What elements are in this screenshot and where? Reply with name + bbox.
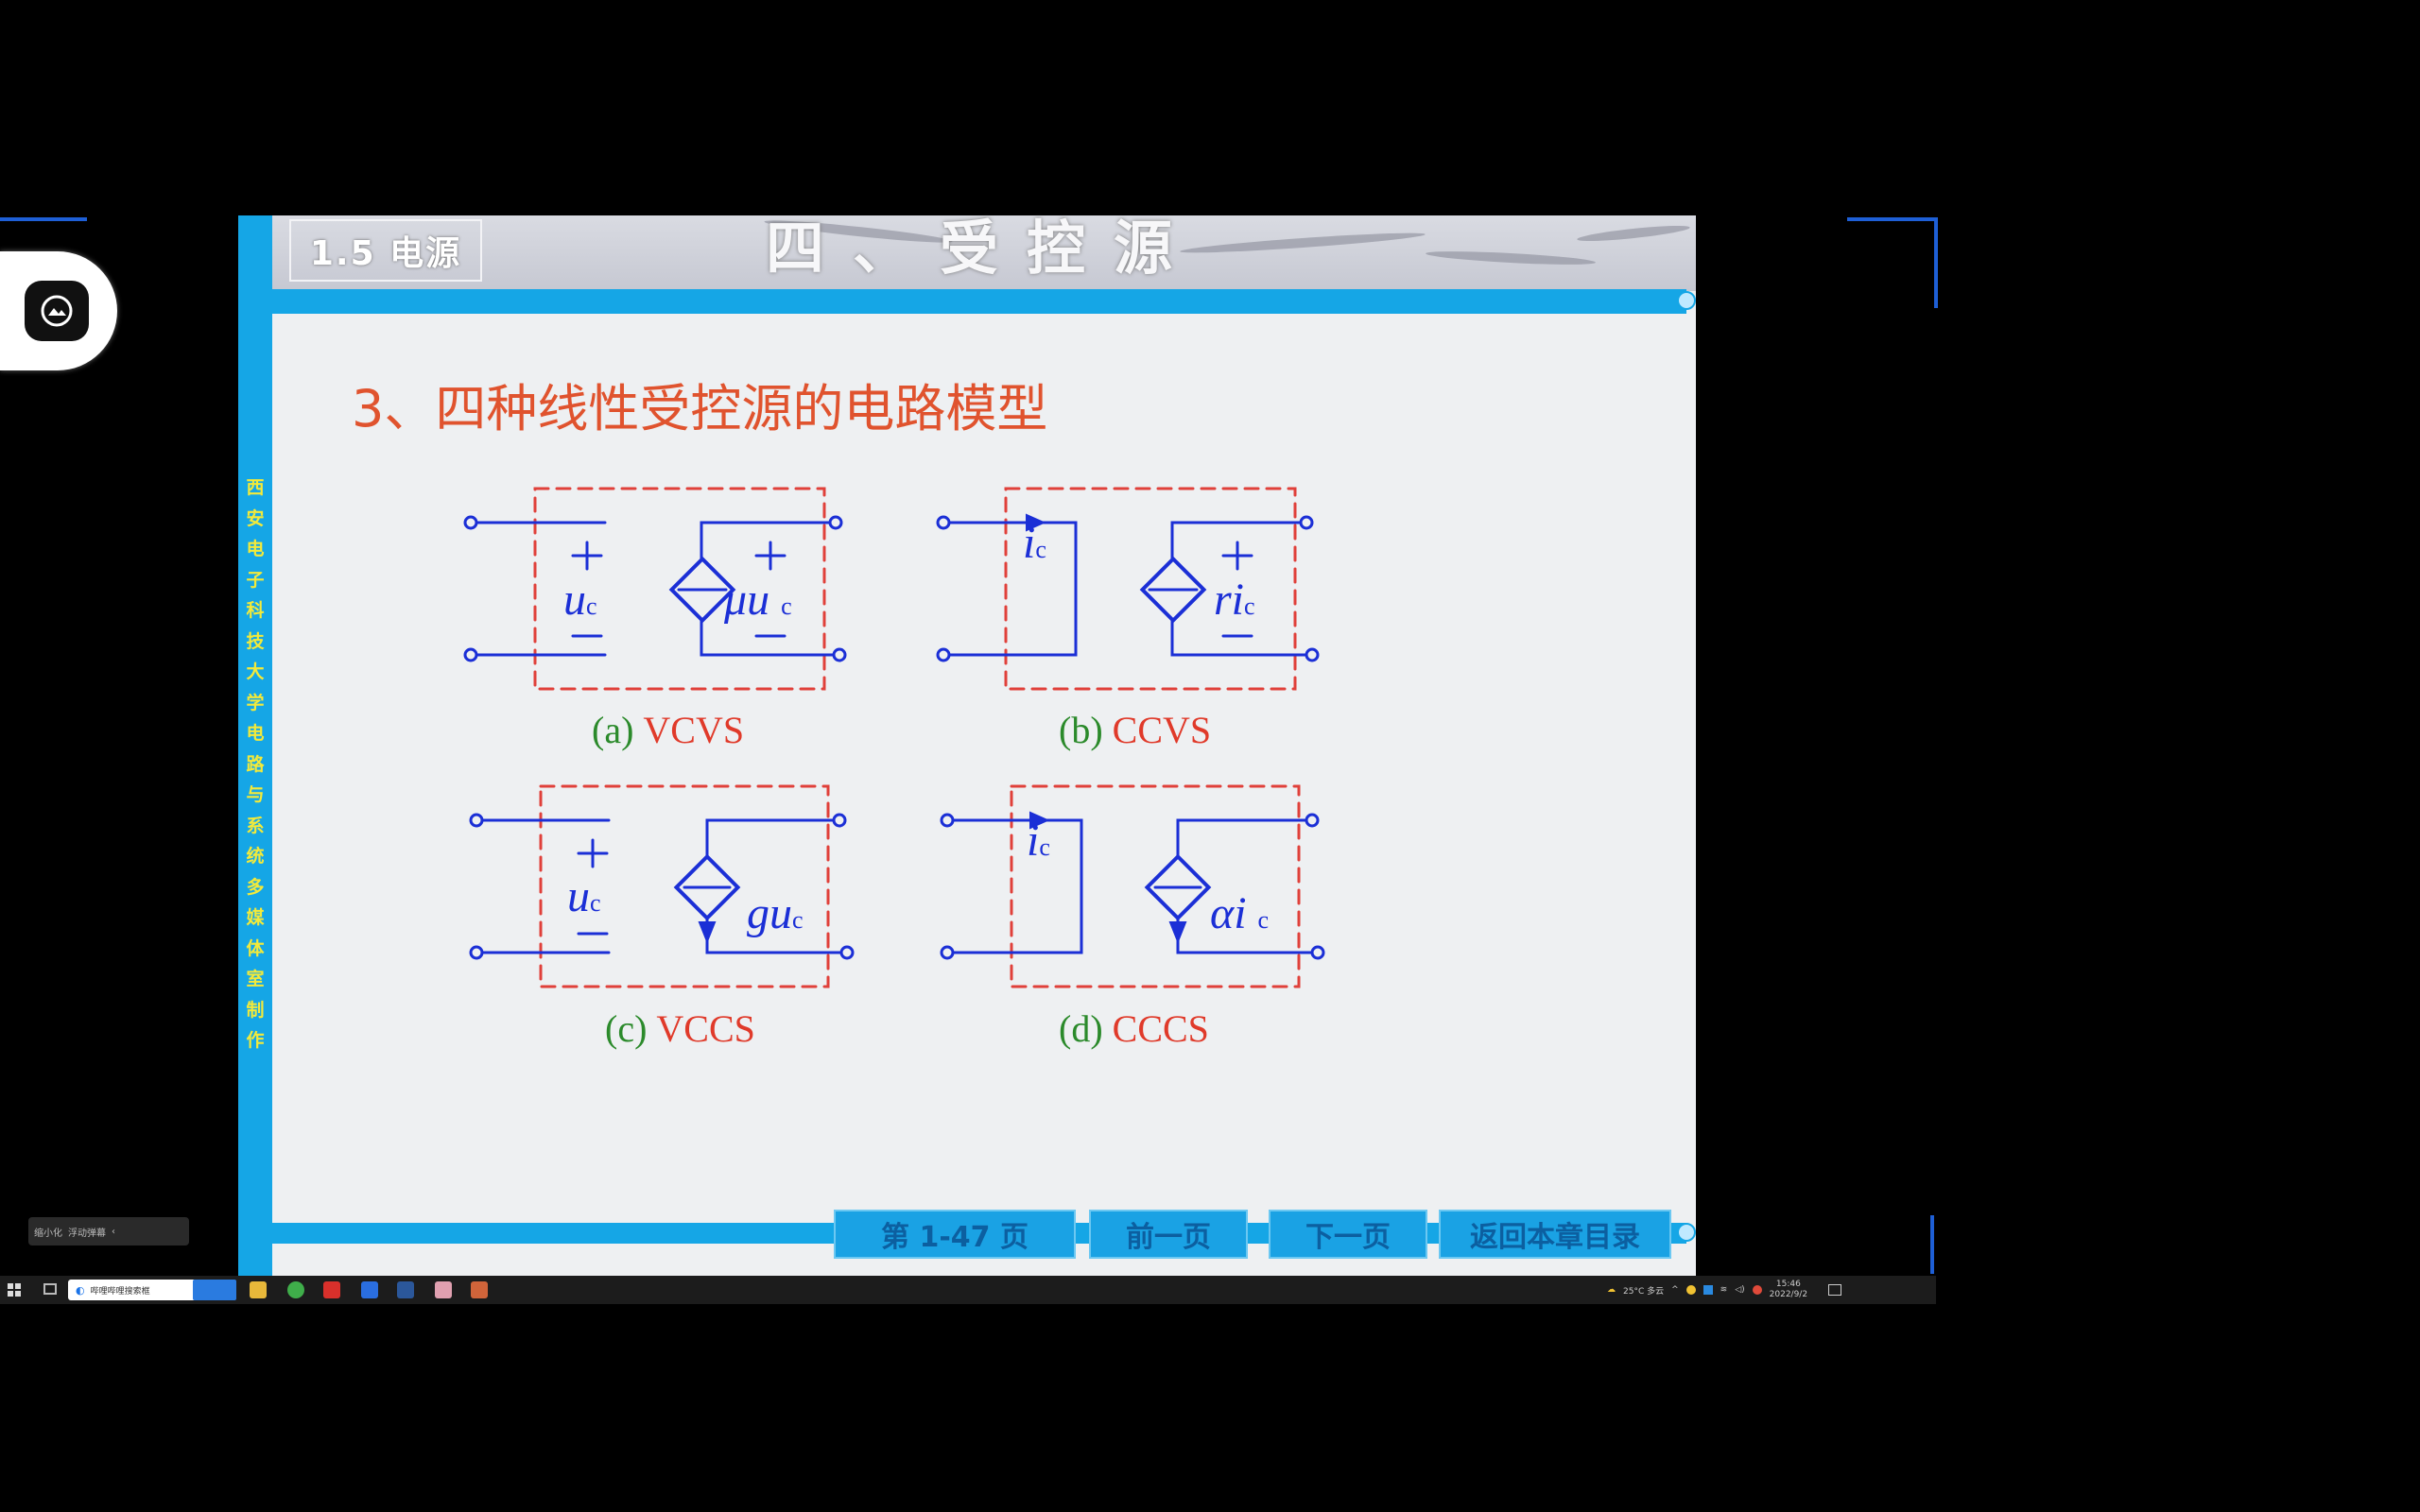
mini-bar-item-1[interactable]: 缩小化 bbox=[34, 1225, 62, 1239]
vcvs-control-var: uc bbox=[563, 575, 597, 625]
vcvs-source-expr: μu c bbox=[723, 575, 792, 625]
ccvs-source-expr: ric bbox=[1214, 575, 1255, 625]
taskbar-button[interactable] bbox=[193, 1280, 236, 1300]
next-page-button[interactable]: 下一页 bbox=[1269, 1210, 1427, 1259]
current-arrow bbox=[698, 921, 717, 944]
weather-text[interactable]: 25°C 多云 bbox=[1623, 1284, 1664, 1297]
diagram-vcvs bbox=[463, 487, 847, 691]
terminal-node bbox=[463, 647, 478, 662]
bottom-bar-knob bbox=[1677, 1223, 1696, 1242]
app-blue-icon[interactable] bbox=[361, 1281, 378, 1298]
terminal-node bbox=[469, 945, 484, 960]
terminal-node bbox=[940, 945, 955, 960]
notification-icon[interactable] bbox=[1828, 1284, 1842, 1296]
weather-icon: ☁ bbox=[1607, 1285, 1616, 1295]
diagram-vccs bbox=[469, 784, 855, 988]
prev-page-button[interactable]: 前一页 bbox=[1089, 1210, 1248, 1259]
caption-cccs: (d) CCCS bbox=[1059, 1007, 1209, 1050]
mini-bar-item-2[interactable]: 浮动弹幕 bbox=[68, 1225, 106, 1239]
tray-app-icon[interactable] bbox=[1685, 1285, 1696, 1295]
page-indicator: 第 1-47 页 bbox=[834, 1210, 1076, 1259]
floating-mini-toolbar: 缩小化 浮动弹幕 ‹ bbox=[28, 1217, 189, 1246]
search-icon: ◐ bbox=[76, 1283, 85, 1297]
app-red-icon[interactable] bbox=[323, 1281, 340, 1298]
taskbar-search-text: 哔哩哔哩搜索框 bbox=[90, 1286, 150, 1297]
windows-start-icon[interactable] bbox=[8, 1283, 21, 1297]
word-icon[interactable] bbox=[397, 1281, 414, 1298]
terminal-node bbox=[936, 647, 951, 662]
wifi-icon[interactable]: ≋ bbox=[1720, 1285, 1728, 1295]
chevron-up-icon[interactable]: ^ bbox=[1671, 1285, 1679, 1295]
volume-icon[interactable]: ◁) bbox=[1735, 1285, 1744, 1295]
tray-app-icon[interactable] bbox=[1752, 1285, 1762, 1295]
chevron-left-icon[interactable]: ‹ bbox=[112, 1227, 115, 1237]
clock-time: 15:46 bbox=[1775, 1280, 1801, 1289]
terminal-node bbox=[1305, 647, 1320, 662]
vccs-source-expr: guc bbox=[747, 888, 804, 938]
caption-ccvs: (b) CCVS bbox=[1059, 709, 1211, 751]
terminal-node bbox=[940, 813, 955, 828]
tray-app-icon[interactable] bbox=[1703, 1285, 1713, 1295]
terminal-node bbox=[832, 813, 847, 828]
terminal-node bbox=[1305, 813, 1320, 828]
app-green-icon[interactable] bbox=[287, 1281, 304, 1298]
app-pink-icon[interactable] bbox=[435, 1281, 452, 1298]
terminal-node bbox=[832, 647, 847, 662]
terminal-node bbox=[936, 515, 951, 530]
terminal-node bbox=[469, 813, 484, 828]
diagram-cccs bbox=[940, 784, 1325, 988]
terminal-node bbox=[839, 945, 855, 960]
system-tray: ☁ 25°C 多云 ^ ≋ ◁) 15:46 2022/9/2 bbox=[1607, 1276, 1928, 1304]
frame-corner-top-left bbox=[0, 217, 87, 221]
cccs-source-expr: αi c bbox=[1210, 888, 1269, 938]
caption-vccs: (c) VCCS bbox=[605, 1007, 755, 1050]
task-view-icon[interactable] bbox=[43, 1283, 57, 1295]
current-arrow bbox=[1168, 921, 1187, 944]
frame-corner-top-right bbox=[1847, 217, 1938, 308]
clock-date: 2022/9/2 bbox=[1769, 1290, 1808, 1299]
cccs-control-var: ic bbox=[1027, 816, 1050, 866]
screen-recorder-badge[interactable] bbox=[0, 251, 117, 370]
recorder-icon bbox=[25, 281, 89, 341]
back-to-chapter-button[interactable]: 返回本章目录 bbox=[1439, 1210, 1671, 1259]
vccs-control-var: uc bbox=[567, 871, 601, 921]
terminal-node bbox=[1299, 515, 1314, 530]
circuit-diagrams: uc μu c ic ric uc guc ic αi c (a) VCVS (b) C… bbox=[463, 487, 1325, 1050]
clock[interactable]: 15:46 2022/9/2 bbox=[1770, 1280, 1807, 1300]
frame-corner-bottom-right bbox=[1930, 1215, 1934, 1274]
terminal-node bbox=[1310, 945, 1325, 960]
powerpoint-icon[interactable] bbox=[471, 1281, 488, 1298]
caption-vcvs: (a) VCVS bbox=[592, 709, 744, 751]
terminal-node bbox=[828, 515, 843, 530]
terminal-node bbox=[463, 515, 478, 530]
ccvs-control-var: ic bbox=[1023, 518, 1046, 568]
file-explorer-icon[interactable] bbox=[250, 1281, 267, 1298]
diagram-ccvs bbox=[936, 487, 1320, 691]
